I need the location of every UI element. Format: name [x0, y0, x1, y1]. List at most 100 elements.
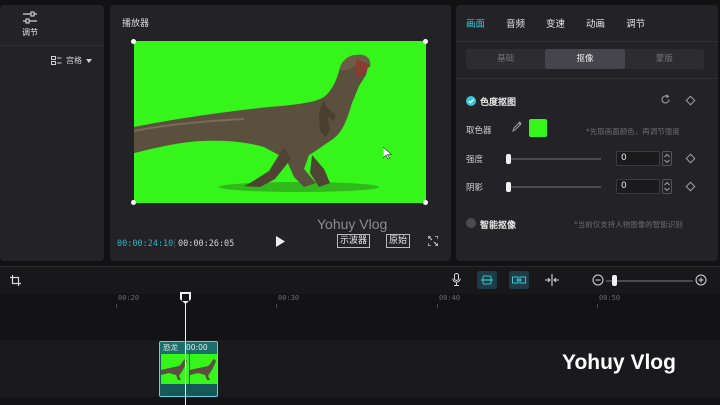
grid-icon: [51, 56, 62, 65]
stepper-arrows-icon: [664, 181, 670, 192]
resize-handle[interactable]: [423, 200, 428, 205]
total-time: 00:00:26:05: [178, 239, 235, 249]
split-button[interactable]: [545, 274, 559, 289]
color-picker-label: 取色器: [466, 126, 492, 136]
intensity-stepper[interactable]: [662, 151, 672, 166]
inspector-tabs: 画面 音频 变速 动画 调节: [466, 16, 666, 30]
stepper-arrows-icon: [664, 153, 670, 164]
clip-time: 00:00: [186, 343, 208, 352]
smart-key-checkbox[interactable]: [466, 218, 476, 228]
check-icon: [468, 98, 474, 104]
picker-hint: *先取画面颜色，再调节强度: [586, 127, 680, 136]
playhead-line[interactable]: [185, 294, 186, 405]
subtabs: 基础 抠像 蒙版: [466, 49, 704, 69]
play-icon: [276, 236, 285, 247]
zoom-in-icon: [695, 274, 707, 286]
overlay-watermark: Yohuy Vlog: [562, 351, 676, 374]
shadow-value-input[interactable]: 0: [616, 179, 660, 194]
inspector-panel: 画面 音频 变速 动画 调节 基础 抠像 蒙版 色度抠图 取色器 *先取画面颜色…: [456, 5, 718, 261]
video-clip[interactable]: 恐龙 00:00: [159, 341, 218, 397]
chroma-key-label: 色度抠图: [480, 98, 517, 108]
dinosaur-image: [134, 54, 379, 192]
time-separator: |: [173, 239, 176, 249]
clip-header: 恐龙 00:00: [160, 342, 217, 354]
ruler-tick-label: 00:30: [278, 294, 300, 302]
reset-button[interactable]: [660, 94, 671, 108]
keyframe-diamond-icon[interactable]: [685, 153, 696, 164]
tab-animation[interactable]: 动画: [586, 16, 605, 30]
timeline-toolbar: [0, 266, 720, 294]
crop-button[interactable]: [10, 275, 21, 289]
link-button[interactable]: [512, 275, 526, 288]
subtab-mask[interactable]: 蒙版: [625, 49, 704, 69]
picked-color-swatch[interactable]: [529, 119, 547, 137]
zoom-in-button[interactable]: [695, 274, 707, 289]
smart-key-label: 智能抠像: [480, 221, 517, 231]
link-icon: [512, 276, 526, 284]
fullscreen-button[interactable]: [427, 235, 439, 249]
dinosaur-thumbnail: [190, 359, 216, 380]
crop-icon: [10, 275, 21, 286]
zoom-out-button[interactable]: [592, 274, 604, 289]
tab-speed[interactable]: 变速: [546, 16, 565, 30]
intensity-value-input[interactable]: 0: [616, 151, 660, 166]
intensity-slider[interactable]: [506, 158, 601, 160]
sliders-icon: [23, 10, 37, 24]
tab-picture[interactable]: 画面: [466, 16, 485, 30]
auto-snap-button[interactable]: [480, 274, 494, 289]
ruler-tick-label: 00:20: [118, 294, 140, 302]
intensity-label: 强度: [466, 155, 484, 165]
smart-key-hint: *当前仅支持人物图像的智能识别: [574, 220, 683, 229]
clip-thumbnail: [190, 354, 217, 384]
microphone-icon: [452, 273, 461, 286]
eyedropper-icon: [512, 121, 522, 133]
divider: [456, 41, 718, 42]
split-icon: [545, 274, 559, 286]
shadow-slider-handle[interactable]: [506, 182, 511, 192]
playhead-handle-inner: [182, 294, 189, 301]
mouse-cursor-icon: [383, 147, 392, 160]
adjust-tab-label: 调节: [22, 27, 38, 37]
resize-handle[interactable]: [423, 39, 428, 44]
shadow-label: 阴影: [466, 183, 484, 193]
reset-icon: [661, 94, 670, 104]
resize-handle[interactable]: [131, 200, 136, 205]
magnet-icon: [481, 275, 493, 285]
chroma-key-checkbox[interactable]: [466, 96, 476, 106]
video-preview[interactable]: [134, 41, 426, 203]
fullscreen-icon: [427, 235, 439, 247]
player-title: 播放器: [122, 19, 150, 29]
clip-name: 恐龙: [163, 343, 178, 352]
adjust-tab[interactable]: 调节: [0, 5, 60, 43]
divider: [0, 45, 104, 46]
ruler-tick-label: 00:40: [439, 294, 461, 302]
left-panel: 调节 宫格: [0, 5, 104, 261]
current-time: 00:00:24:10: [117, 239, 174, 249]
tab-adjust[interactable]: 调节: [626, 16, 645, 30]
subtab-keying[interactable]: 抠像: [545, 49, 625, 69]
divider: [456, 78, 718, 79]
grid-button[interactable]: 宫格: [51, 55, 92, 66]
caret-down-icon: [86, 58, 92, 63]
tab-audio[interactable]: 音频: [506, 16, 525, 30]
eyedropper-button[interactable]: [512, 121, 522, 135]
play-button[interactable]: [276, 236, 285, 250]
ruler-tick-label: 00:50: [599, 294, 621, 302]
subtab-basic[interactable]: 基础: [466, 49, 545, 69]
grid-label: 宫格: [66, 56, 82, 65]
watermark-text: Yohuy Vlog: [317, 216, 388, 232]
zoom-slider-handle[interactable]: [612, 275, 617, 286]
player-panel: 播放器 Yohuy Vlog 00:00:24:10 | 00:00:26:05…: [110, 5, 451, 261]
microphone-button[interactable]: [452, 273, 461, 289]
shadow-slider[interactable]: [506, 186, 601, 188]
intensity-slider-handle[interactable]: [506, 154, 511, 164]
timeline-ruler[interactable]: 00:20 00:30 00:40 00:50: [0, 294, 720, 308]
zoom-slider[interactable]: [606, 280, 693, 282]
keyframe-diamond-icon[interactable]: [685, 181, 696, 192]
zoom-out-icon: [592, 274, 604, 286]
original-ratio-button[interactable]: 原始: [386, 234, 411, 248]
resize-handle[interactable]: [131, 39, 136, 44]
shadow-stepper[interactable]: [662, 179, 672, 194]
waveform-button[interactable]: 示波器: [337, 234, 371, 248]
keyframe-diamond-icon[interactable]: [685, 95, 696, 106]
